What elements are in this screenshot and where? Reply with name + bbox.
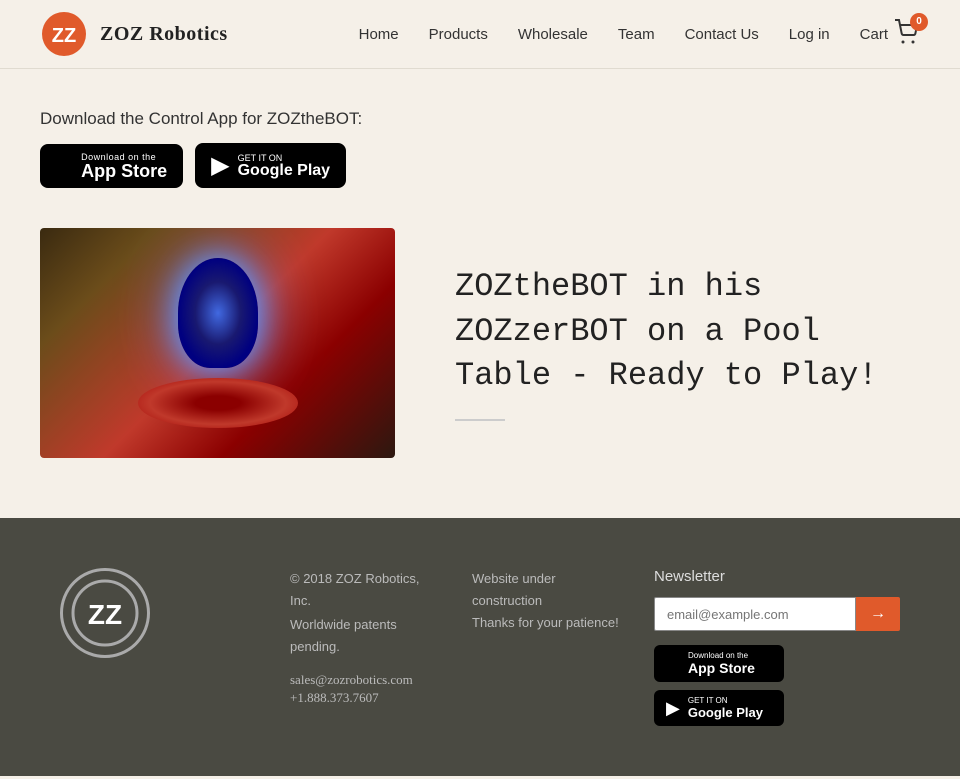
footer-google-play-main: Google Play [688,705,763,720]
newsletter-submit-button[interactable]: → [856,597,900,631]
footer-app-store-button[interactable]:  Download on the App Store [654,645,784,682]
footer-logo-icon: ZZ [70,578,140,648]
nav-contact[interactable]: Contact Us [685,26,759,43]
footer-apple-icon:  [666,653,680,674]
footer-app-store-main: App Store [688,660,755,676]
nav-home[interactable]: Home [359,26,399,43]
download-label: Download the Control App for ZOZtheBOT: [40,109,920,129]
download-section: Download the Control App for ZOZtheBOT: … [40,109,920,188]
store-badges:  Download on the App Store ▶ GET IT ON … [40,143,920,188]
nav-login[interactable]: Log in [789,26,830,43]
app-store-sub: Download on the [81,152,167,162]
footer-newsletter: Newsletter →  Download on the App Store… [654,568,900,726]
play-logo-icon: ▶ [211,151,229,180]
cart-area[interactable]: Cart 0 [860,19,920,50]
logo-text: ZOZ Robotics [100,23,228,46]
google-play-main: Google Play [238,163,330,179]
footer-copyright: © 2018 ZOZ Robotics, Inc. Worldwide pate… [290,568,442,726]
footer-play-icon: ▶ [666,698,680,719]
cart-count: 0 [910,13,928,31]
nav-wholesale[interactable]: Wholesale [518,26,588,43]
footer-google-play-sub: GET IT ON [688,696,763,705]
svg-text:ZZ: ZZ [88,599,122,630]
robot-divider [455,419,505,421]
logo-area[interactable]: ZZ ZOZ Robotics [40,10,228,58]
main-nav: Home Products Wholesale Team Contact Us … [359,19,920,50]
svg-text:ZZ: ZZ [52,25,76,47]
footer-app-store-sub: Download on the [688,651,755,660]
robot-image [40,228,395,458]
footer-status2: Thanks for your patience! [472,612,624,634]
robot-section: ZOZtheBOT in his ZOZzerBOT on a Pool Tab… [40,228,920,458]
footer-phone: +1.888.373.7607 [290,690,442,706]
apple-logo-icon:  [56,153,73,179]
app-store-main: App Store [81,162,167,180]
newsletter-input[interactable] [654,597,856,631]
google-play-sub: GET IT ON [238,153,330,163]
footer-email[interactable]: sales@zozrobotics.com [290,672,442,688]
robot-text-area: ZOZtheBOT in his ZOZzerBOT on a Pool Tab… [455,265,920,421]
logo-icon: ZZ [40,10,88,58]
cart-icon-wrap: 0 [894,19,920,50]
footer-logo-area: ZZ [60,568,260,726]
footer-copyright2: Worldwide patents pending. [290,614,442,658]
footer-copyright1: © 2018 ZOZ Robotics, Inc. [290,568,442,612]
cart-label: Cart [860,26,888,43]
footer: ZZ © 2018 ZOZ Robotics, Inc. Worldwide p… [0,518,960,776]
footer-store-badges:  Download on the App Store ▶ GET IT ON … [654,645,900,726]
footer-status: Website under construction Thanks for yo… [472,568,624,726]
google-play-button[interactable]: ▶ GET IT ON Google Play [195,143,346,188]
footer-google-play-button[interactable]: ▶ GET IT ON Google Play [654,690,784,726]
nav-team[interactable]: Team [618,26,655,43]
footer-logo: ZZ [60,568,150,658]
newsletter-label: Newsletter [654,568,900,585]
footer-status1: Website under construction [472,568,624,612]
nav-products[interactable]: Products [429,26,488,43]
robot-title: ZOZtheBOT in his ZOZzerBOT on a Pool Tab… [455,265,920,399]
newsletter-form: → [654,597,900,631]
app-store-button[interactable]:  Download on the App Store [40,144,183,188]
